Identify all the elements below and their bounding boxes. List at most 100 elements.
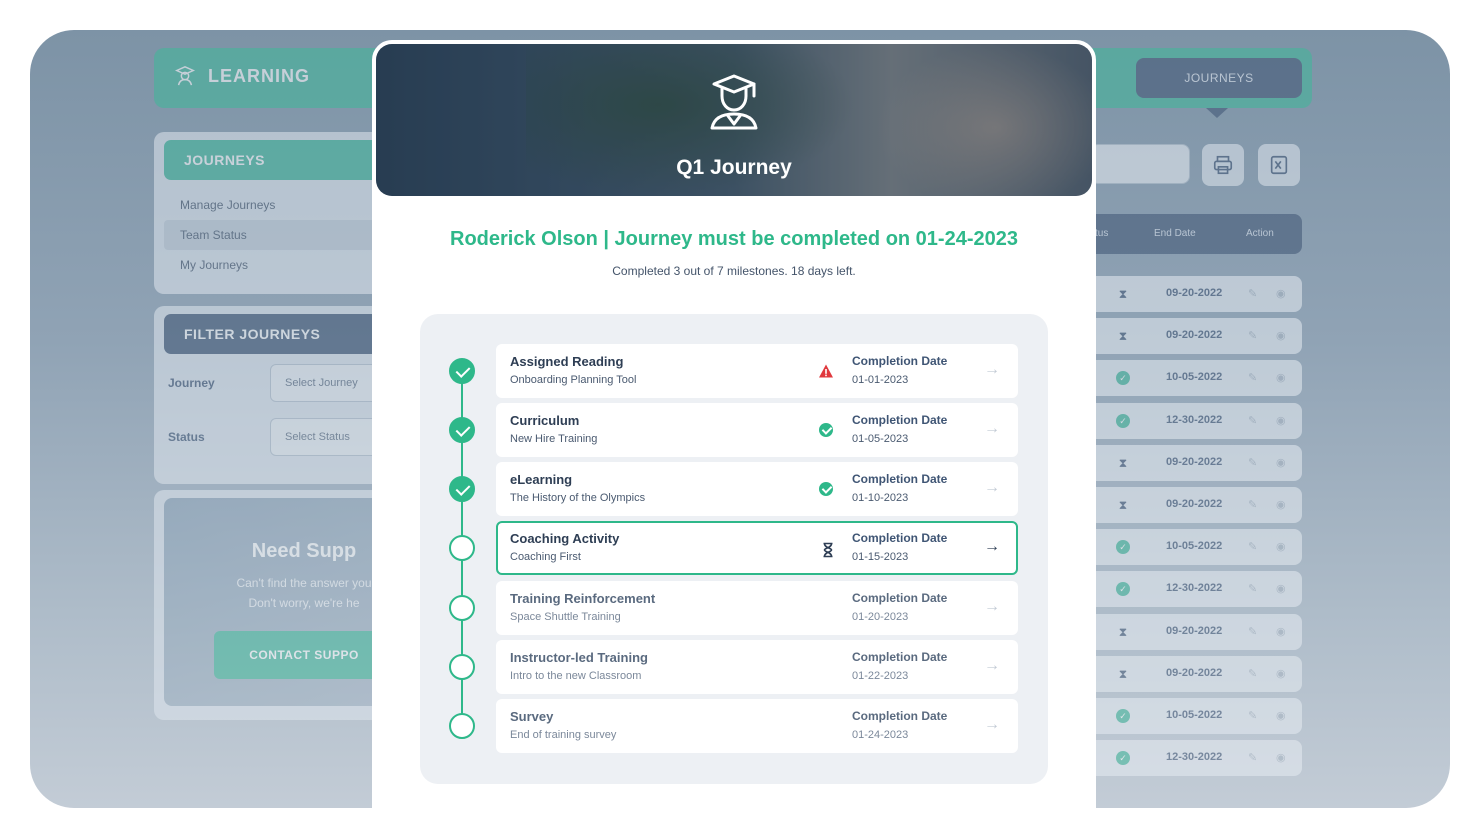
end-date-cell: 12-30-2022 [1166, 751, 1223, 764]
completion-date-label: Completion Date [852, 472, 948, 486]
check-circle-icon [819, 482, 833, 496]
arrow-right-icon[interactable]: → [984, 716, 1000, 734]
edit-icon[interactable]: ✎ [1248, 371, 1257, 384]
table-row[interactable]: ✓ 12-30-2022 ✎ ◉ [1070, 740, 1302, 777]
milestone-subtitle: Onboarding Planning Tool [510, 374, 637, 386]
edit-icon[interactable]: ✎ [1248, 287, 1257, 300]
view-icon[interactable]: ◉ [1276, 329, 1286, 342]
table-row[interactable]: ⧗ 09-20-2022 ✎ ◉ [1070, 318, 1302, 355]
edit-icon[interactable]: ✎ [1248, 329, 1257, 342]
milestone-subtitle: The History of the Olympics [510, 492, 646, 504]
end-date-cell: 10-05-2022 [1166, 540, 1223, 553]
milestone-subtitle: New Hire Training [510, 433, 598, 445]
edit-icon[interactable]: ✎ [1248, 456, 1257, 469]
milestone-row: Assigned Reading Onboarding Planning Tool… [420, 344, 1048, 398]
milestone-row: Coaching Activity Coaching First Completio… [420, 521, 1048, 575]
export-excel-button[interactable] [1258, 144, 1300, 186]
view-icon[interactable]: ◉ [1276, 625, 1286, 638]
brand[interactable]: LEARNING [174, 65, 310, 87]
hero-banner: Q1 Journey [376, 44, 1092, 196]
hourglass-icon [820, 542, 836, 558]
milestone-card[interactable]: Curriculum New Hire Training Completion Da… [496, 403, 1018, 457]
table-row[interactable]: ⧗ 09-20-2022 ✎ ◉ [1070, 655, 1302, 692]
table-row[interactable]: ✓ 10-05-2022 ✎ ◉ [1070, 698, 1302, 734]
edit-icon[interactable]: ✎ [1248, 751, 1257, 764]
view-icon[interactable]: ◉ [1276, 456, 1286, 469]
milestone-row: Survey End of training survey Completion D… [420, 699, 1048, 753]
milestone-card[interactable]: Training Reinforcement Space Shuttle Trai… [496, 581, 1018, 635]
completion-date: 01-24-2023 [852, 729, 909, 741]
arrow-right-icon[interactable]: → [984, 598, 1000, 616]
table-row[interactable]: ✓ 10-05-2022 ✎ ◉ [1070, 529, 1302, 566]
milestone-card[interactable]: Survey End of training survey Completion D… [496, 699, 1018, 753]
edit-icon[interactable]: ✎ [1248, 414, 1257, 427]
check-circle-icon: ✓ [1116, 582, 1130, 597]
end-date-cell: 09-20-2022 [1166, 287, 1223, 299]
table-row[interactable]: ⧗ 09-20-2022 ✎ ◉ [1070, 444, 1302, 481]
milestone-card[interactable]: Coaching Activity Coaching First Completio… [496, 521, 1018, 575]
hourglass-icon: ⧗ [1118, 624, 1128, 639]
view-icon[interactable]: ◉ [1276, 287, 1286, 300]
milestone-title: Training Reinforcement [510, 591, 656, 606]
view-icon[interactable]: ◉ [1276, 751, 1286, 764]
arrow-right-icon[interactable]: → [984, 361, 1000, 379]
check-circle-icon: ✓ [1116, 371, 1130, 386]
hourglass-icon: ⧗ [1118, 287, 1128, 301]
milestone-title: Curriculum [510, 413, 580, 428]
table-row[interactable]: ⧗ 09-20-2022 ✎ ◉ [1070, 613, 1302, 650]
milestone-title: Coaching Activity [510, 531, 620, 546]
milestone-card[interactable]: eLearning The History of the Olympics Comp… [496, 462, 1018, 516]
milestone-title: Instructor-led Training [510, 650, 648, 665]
table-header: Status End Date Action [1070, 214, 1302, 254]
search-input[interactable] [1090, 144, 1190, 184]
contact-support-button[interactable]: CONTACT SUPPO [214, 631, 394, 679]
view-icon[interactable]: ◉ [1276, 540, 1286, 553]
arrow-right-icon[interactable]: → [984, 538, 1000, 556]
table-row[interactable]: ✓ 10-05-2022 ✎ ◉ [1070, 360, 1302, 397]
arrow-right-icon[interactable]: → [984, 479, 1000, 497]
view-icon[interactable]: ◉ [1276, 414, 1286, 427]
milestone-open-icon [449, 595, 475, 621]
arrow-right-icon[interactable]: → [984, 420, 1000, 438]
hourglass-icon: ⧗ [1118, 455, 1128, 470]
col-end-date[interactable]: End Date [1154, 228, 1196, 239]
table-row[interactable]: ✓ 12-30-2022 ✎ ◉ [1070, 402, 1302, 439]
excel-icon [1270, 155, 1288, 175]
end-date-cell: 12-30-2022 [1166, 582, 1223, 595]
print-button[interactable] [1202, 144, 1244, 186]
milestone-open-icon [449, 713, 475, 739]
arrow-right-icon[interactable]: → [984, 657, 1000, 675]
milestone-row: eLearning The History of the Olympics Comp… [420, 462, 1048, 516]
milestone-title: Assigned Reading [510, 354, 624, 369]
view-icon[interactable]: ◉ [1276, 709, 1286, 722]
journey-progress-text: Completed 3 out of 7 milestones. 18 days… [612, 264, 856, 278]
end-date-cell: 10-05-2022 [1166, 709, 1223, 721]
milestone-subtitle: Intro to the new Classroom [510, 670, 642, 682]
milestone-card[interactable]: Assigned Reading Onboarding Planning Tool… [496, 344, 1018, 398]
table-row[interactable]: ⧗ 09-20-2022 ✎ ◉ [1070, 276, 1302, 312]
hourglass-icon: ⧗ [1118, 498, 1128, 512]
printer-icon [1213, 155, 1233, 175]
table-row[interactable]: ⧗ 09-20-2022 ✎ ◉ [1070, 487, 1302, 523]
milestone-row: Training Reinforcement Space Shuttle Trai… [420, 581, 1048, 635]
check-circle-icon: ✓ [1116, 709, 1130, 723]
hourglass-icon: ⧗ [1118, 666, 1128, 681]
view-icon[interactable]: ◉ [1276, 582, 1286, 595]
table-row[interactable]: ✓ 12-30-2022 ✎ ◉ [1070, 571, 1302, 608]
view-icon[interactable]: ◉ [1276, 498, 1286, 511]
nav-journeys-button[interactable]: JOURNEYS [1136, 58, 1302, 98]
view-icon[interactable]: ◉ [1276, 371, 1286, 384]
graduate-icon [710, 74, 758, 130]
edit-icon[interactable]: ✎ [1248, 498, 1257, 511]
completion-date: 01-05-2023 [852, 433, 909, 445]
completion-date-label: Completion Date [852, 413, 948, 427]
edit-icon[interactable]: ✎ [1248, 709, 1257, 722]
milestone-card[interactable]: Instructor-led Training Intro to the new … [496, 640, 1018, 694]
milestone-subtitle: Coaching First [510, 551, 581, 563]
edit-icon[interactable]: ✎ [1248, 540, 1257, 553]
edit-icon[interactable]: ✎ [1248, 582, 1257, 595]
edit-icon[interactable]: ✎ [1248, 625, 1257, 638]
milestone-complete-icon [449, 476, 475, 502]
view-icon[interactable]: ◉ [1276, 667, 1286, 680]
edit-icon[interactable]: ✎ [1248, 667, 1257, 680]
